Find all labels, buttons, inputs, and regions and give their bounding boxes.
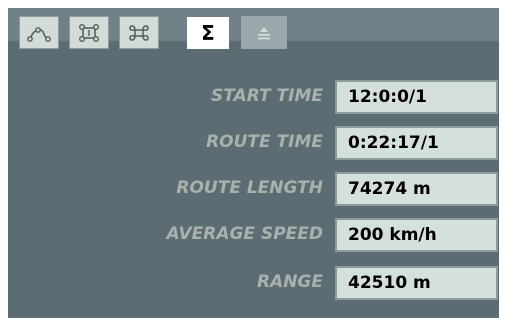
eject-up-icon [258, 26, 270, 39]
tab-sigma[interactable]: Σ [187, 17, 229, 49]
stat-row-route-length: ROUTE LENGTH 74274 m [8, 170, 499, 206]
average-speed-value: 200 km/h [335, 218, 498, 252]
command-loop-icon [129, 24, 149, 41]
start-time-label: START TIME [211, 86, 323, 106]
waypoint-frame-icon [79, 23, 100, 42]
route-length-label: ROUTE LENGTH [176, 178, 323, 198]
route-length-value: 74274 m [335, 172, 498, 206]
stat-row-average-speed: AVERAGE SPEED 200 km/h [8, 216, 499, 252]
tab-waypoint-frame[interactable] [69, 16, 109, 49]
range-label: RANGE [256, 272, 323, 292]
tab-eject-up[interactable] [241, 16, 287, 49]
sigma-icon: Σ [201, 21, 215, 45]
tab-command-loop[interactable] [119, 16, 159, 49]
range-value: 42510 m [335, 266, 498, 300]
stat-row-start-time: START TIME 12:0:0/1 [8, 78, 499, 114]
tab-bar: Σ [8, 8, 499, 49]
stat-row-route-time: ROUTE TIME 0:22:17/1 [8, 124, 499, 160]
route-time-label: ROUTE TIME [206, 132, 323, 152]
average-speed-label: AVERAGE SPEED [166, 224, 323, 244]
route-time-value: 0:22:17/1 [335, 126, 498, 160]
route-curve-icon [27, 26, 51, 42]
start-time-value: 12:0:0/1 [335, 80, 498, 114]
stat-row-range: RANGE 42510 m [8, 264, 499, 300]
tab-route-curve[interactable] [19, 16, 59, 49]
route-stats-panel: Σ START TIME 12:0:0/1 ROUTE TIME 0:22:17… [8, 8, 499, 318]
